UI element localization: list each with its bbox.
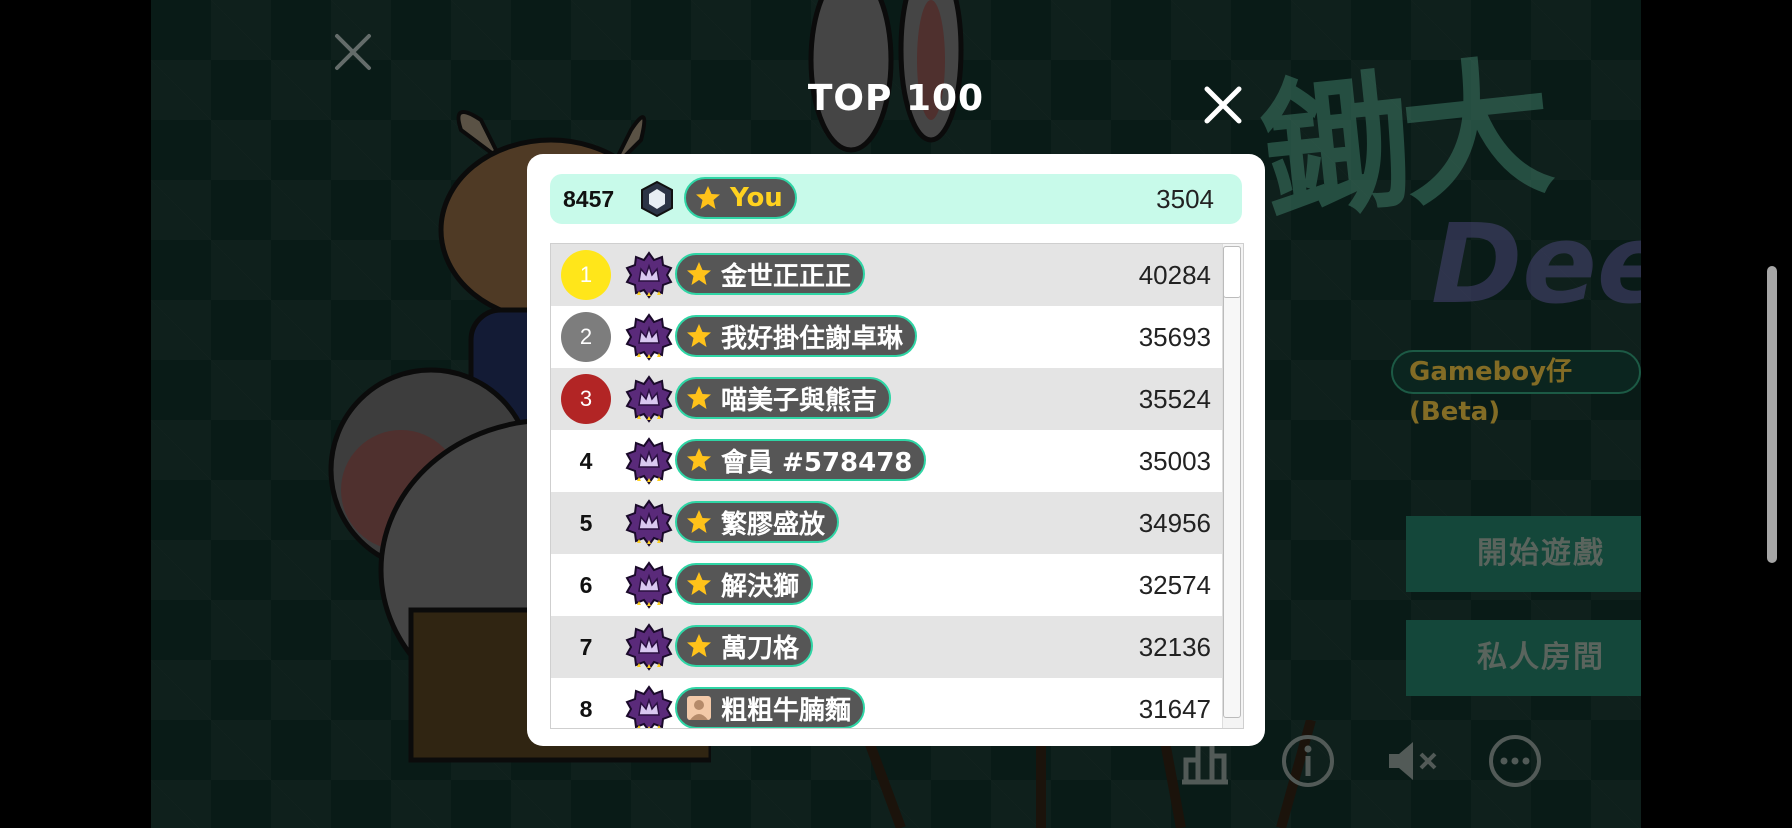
player-name: 金世正正正 [721, 261, 852, 292]
rank-medal: 3 [561, 374, 611, 424]
list-scrollbar-thumb[interactable] [1223, 246, 1241, 298]
player-name-pill: 繁膠盛放 [675, 501, 840, 543]
rank-medal: 2 [561, 312, 611, 362]
player-name: 繁膠盛放 [721, 509, 826, 540]
leaderboard-row[interactable]: 3 喵美子與熊吉 35524 [551, 368, 1223, 430]
player-name: 會員 #578478 [721, 447, 913, 478]
leaderboard-row[interactable]: 7 萬刀格 32136 [551, 616, 1223, 678]
leaderboard-row[interactable]: 4 會員 #578478 35003 [551, 430, 1223, 492]
player-name: 萬刀格 [721, 633, 800, 664]
star-icon [687, 386, 711, 409]
crown-rank-badge-icon [625, 685, 673, 728]
person-icon [687, 696, 711, 720]
crown-rank-badge-icon [625, 375, 673, 423]
current-user-name-pill: You [684, 177, 797, 219]
modal-title: TOP 100 [807, 78, 985, 119]
star-icon [687, 262, 711, 285]
player-name-pill: 萬刀格 [675, 625, 814, 667]
star-icon [687, 324, 711, 347]
leaderboard-panel: 8457 You 3504 1 金世正正正 40284 2 我好掛住謝卓琳 35693 3 喵… [527, 154, 1265, 746]
rank-number: 7 [579, 634, 593, 660]
player-name: 解決獅 [721, 571, 800, 602]
crown-rank-badge-icon [625, 313, 673, 361]
leaderboard-row[interactable]: 2 我好掛住謝卓琳 35693 [551, 306, 1223, 368]
player-score: 40284 [1138, 260, 1211, 290]
player-name-pill: 我好掛住謝卓琳 [675, 315, 918, 357]
list-scrollbar-track[interactable] [1222, 244, 1243, 728]
leaderboard-row[interactable]: 6 解決獅 32574 [551, 554, 1223, 616]
rank-number: 8 [579, 696, 593, 722]
player-name-pill: 粗粗牛腩麵 [675, 687, 866, 728]
player-score: 31647 [1138, 694, 1211, 724]
player-name-pill: 解決獅 [675, 563, 814, 605]
player-score: 32136 [1138, 632, 1211, 662]
leaderboard-list[interactable]: 1 金世正正正 40284 2 我好掛住謝卓琳 35693 3 喵美子與熊吉 35524 4 會員 … [550, 243, 1244, 729]
crown-rank-badge-icon [625, 623, 673, 671]
current-user-row: 8457 You 3504 [550, 174, 1242, 224]
leaderboard-row[interactable]: 5 繁膠盛放 34956 [551, 492, 1223, 554]
star-icon [687, 572, 711, 595]
player-name-pill: 會員 #578478 [675, 439, 927, 481]
crown-rank-badge-icon [625, 437, 673, 485]
player-name: 粗粗牛腩麵 [721, 695, 852, 726]
leaderboard-row[interactable]: 8 粗粗牛腩麵 31647 [551, 678, 1223, 728]
crystal-badge-icon [641, 180, 673, 218]
player-name: 喵美子與熊吉 [721, 385, 878, 416]
list-scrollbar-frame [1223, 246, 1241, 718]
player-name-pill: 喵美子與熊吉 [675, 377, 892, 419]
rank-number: 6 [579, 572, 593, 598]
player-name-pill: 金世正正正 [675, 253, 866, 295]
rank-number: 4 [579, 448, 593, 474]
star-icon [687, 510, 711, 533]
close-icon[interactable] [1200, 82, 1246, 128]
player-score: 35693 [1138, 322, 1211, 352]
current-user-rank: 8457 [563, 186, 615, 212]
player-name: 我好掛住謝卓琳 [721, 323, 904, 354]
crown-rank-badge-icon [625, 499, 673, 547]
star-icon [696, 186, 720, 209]
player-score: 35003 [1138, 446, 1211, 476]
rank-number: 5 [579, 510, 593, 536]
star-icon [687, 448, 711, 471]
player-score: 32574 [1138, 570, 1211, 600]
crown-rank-badge-icon [625, 561, 673, 609]
crown-rank-badge-icon [625, 251, 673, 299]
current-user-name: You [730, 183, 783, 213]
rank-medal: 1 [561, 250, 611, 300]
player-score: 35524 [1138, 384, 1211, 414]
leaderboard-row[interactable]: 1 金世正正正 40284 [551, 244, 1223, 306]
player-score: 34956 [1138, 508, 1211, 538]
current-user-score: 3504 [1156, 184, 1214, 214]
star-icon [687, 634, 711, 657]
